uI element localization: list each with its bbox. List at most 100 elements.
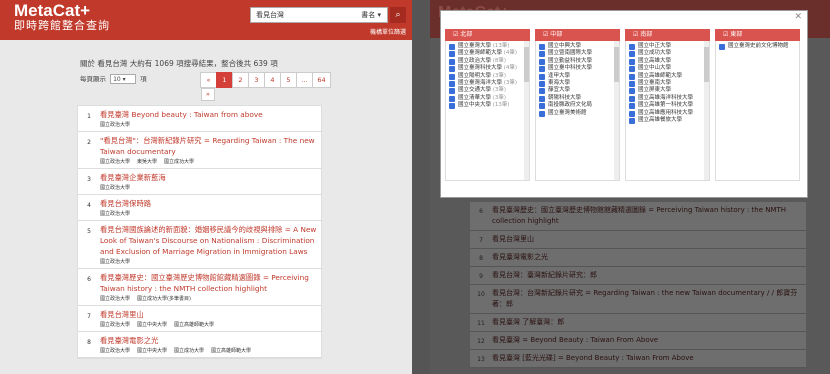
library-tag[interactable]: 國立政治大學 (100, 159, 130, 165)
institution-checkbox[interactable] (539, 81, 545, 88)
library-tag[interactable]: 國立中央大學 (137, 322, 167, 328)
advanced-filter-link[interactable]: 機構單位篩選 (370, 27, 406, 36)
library-tag[interactable]: 國立政治大學 (100, 348, 130, 354)
result-title[interactable]: 看見臺灣電影之光 (100, 335, 317, 346)
institution-checkbox[interactable] (629, 110, 635, 117)
library-tag[interactable]: 國立政治大學 (100, 185, 130, 191)
institution-item[interactable]: 國立中山大學 (629, 65, 706, 73)
institution-item[interactable]: 國立臺灣師範大學 (4筆) (449, 50, 526, 58)
institution-checkbox[interactable] (449, 66, 455, 73)
pager-page-4[interactable]: 4 (264, 72, 281, 88)
institution-checkbox[interactable] (539, 44, 545, 50)
institution-checkbox[interactable] (719, 44, 725, 50)
institution-checkbox[interactable] (539, 73, 545, 80)
library-tag[interactable]: 國立政治大學 (100, 211, 130, 217)
institution-item[interactable]: 國立高雄應用科技大學 (629, 110, 706, 117)
institution-checkbox[interactable] (629, 44, 635, 50)
institution-item[interactable]: 國立屏東大學 (629, 87, 706, 95)
institution-checkbox[interactable] (629, 103, 635, 110)
pager-next[interactable]: » (201, 88, 215, 101)
logo[interactable]: MetaCat+ 即時跨館整合查詢 (14, 2, 110, 33)
institution-checkbox[interactable] (539, 66, 545, 73)
institution-item[interactable]: 國立陽明大學 (3筆) (449, 73, 526, 80)
institution-checkbox[interactable] (449, 73, 455, 80)
per-page-select[interactable]: 10 ▾ (110, 74, 137, 84)
scrollbar-thumb[interactable] (614, 47, 619, 82)
region-scrollbar[interactable] (704, 41, 709, 180)
scrollbar-thumb[interactable] (704, 47, 709, 82)
institution-item[interactable]: 國立臺灣美術館 (539, 110, 616, 117)
dimmed-result-number: 7 (479, 237, 483, 244)
result-title[interactable]: 看見台灣保時路 (100, 198, 317, 209)
institution-checkbox[interactable] (629, 81, 635, 88)
institution-checkbox[interactable] (539, 58, 545, 65)
library-tag[interactable]: 國立高雄師範大學 (211, 348, 251, 354)
institution-checkbox[interactable] (449, 81, 455, 88)
institution-checkbox[interactable] (629, 66, 635, 73)
region-scrollbar[interactable] (524, 41, 529, 180)
institution-checkbox[interactable] (539, 110, 545, 117)
library-tag[interactable]: 國立中央大學 (137, 348, 167, 354)
institution-item[interactable]: 靜宜大學 (539, 87, 616, 95)
institution-item[interactable]: 國立高雄師範大學 (629, 73, 706, 80)
library-tag[interactable]: 國立成功大學 (164, 159, 194, 165)
institution-item[interactable]: 南投縣政府文化局 (539, 102, 616, 110)
institution-checkbox[interactable] (449, 103, 455, 110)
pager-prev[interactable]: « (200, 72, 217, 88)
result-title[interactable]: 看見台灣里山 (100, 309, 317, 320)
institution-checkbox[interactable] (629, 58, 635, 65)
institution-checkbox[interactable] (449, 44, 455, 50)
pager-page-5[interactable]: 5 (280, 72, 297, 88)
institution-item[interactable]: 國立成功大學 (629, 50, 706, 58)
library-tag[interactable]: 國立政治大學 (100, 296, 130, 302)
institution-item[interactable]: 國立臺中科技大學 (539, 65, 616, 73)
result-title[interactable]: 看見臺灣企業新藍海 (100, 172, 317, 183)
institution-checkbox[interactable] (539, 103, 545, 110)
institution-checkbox[interactable] (449, 88, 455, 95)
institution-checkbox[interactable] (539, 88, 545, 95)
result-title[interactable]: "看見台灣"：台灣新紀錄片研究 = Regarding Taiwan : The… (100, 135, 317, 157)
search-scope-select[interactable]: 書名 ▾ (361, 8, 381, 22)
region-scrollbar[interactable] (614, 41, 619, 180)
pager-page-2[interactable]: 2 (232, 72, 249, 88)
library-tag[interactable]: 國立政治大學 (100, 259, 130, 265)
institution-checkbox[interactable] (449, 58, 455, 65)
institution-item[interactable]: 國立高雄餐旅大學 (629, 117, 706, 125)
institution-item[interactable]: 國立高雄第一科技大學 (629, 102, 706, 110)
scrollbar-thumb[interactable] (524, 47, 529, 82)
institution-checkbox[interactable] (539, 51, 545, 58)
library-tag[interactable]: 國立成功大學 (174, 348, 204, 354)
library-tag[interactable]: 國立政治大學 (100, 322, 130, 328)
institution-checkbox[interactable] (449, 51, 455, 58)
institution-checkbox[interactable] (629, 73, 635, 80)
region-header[interactable]: ☑ 南部 (625, 29, 710, 41)
institution-checkbox[interactable] (629, 95, 635, 102)
region-header[interactable]: ☑ 中部 (535, 29, 620, 41)
institution-item[interactable]: 國立交通大學 (3筆) (449, 87, 526, 95)
institution-item[interactable]: 國立暨南國際大學 (539, 50, 616, 58)
institution-item[interactable]: 國立臺灣史前文化博物館 (719, 43, 796, 50)
library-tag[interactable]: 國立政治大學 (100, 122, 130, 128)
pager-page-64[interactable]: 64 (312, 72, 331, 88)
pager-page-1[interactable]: 1 (216, 72, 233, 88)
institution-checkbox[interactable] (629, 51, 635, 58)
institution-item[interactable]: 國立臺灣科技大學 (4筆) (449, 65, 526, 73)
institution-checkbox[interactable] (449, 95, 455, 102)
search-button[interactable]: ⌕ (390, 7, 406, 23)
library-tag[interactable]: 東吳大學 (137, 159, 157, 165)
library-tag[interactable]: 國立高雄師範大學 (174, 322, 214, 328)
institution-checkbox[interactable] (629, 118, 635, 125)
pager-page-3[interactable]: 3 (248, 72, 265, 88)
region-header[interactable]: ☑ 北部 (445, 29, 530, 41)
institution-item[interactable]: 國立中央大學 (13筆) (449, 102, 526, 110)
institution-item[interactable]: 逢甲大學 (539, 73, 616, 80)
library-tag[interactable]: 國立成功大學(多筆書目) (137, 296, 191, 302)
result-title[interactable]: 看見台灣國族論述的新面貌：婚姻移民議今的歧視與排除 = A New Look o… (100, 224, 317, 257)
region-header[interactable]: ☑ 東部 (715, 29, 800, 41)
result-title[interactable]: 看見臺灣歷史：國立臺灣歷史博物館館藏精選圖錄 = Perceiving Taiw… (100, 272, 317, 294)
search-input[interactable]: 看見台灣 書名 ▾ (250, 7, 388, 23)
institution-checkbox[interactable] (539, 95, 545, 102)
result-title[interactable]: 看見臺灣 Beyond beauty : Taiwan from above (100, 109, 317, 120)
institution-checkbox[interactable] (629, 88, 635, 95)
close-icon[interactable]: ✕ (794, 12, 802, 22)
